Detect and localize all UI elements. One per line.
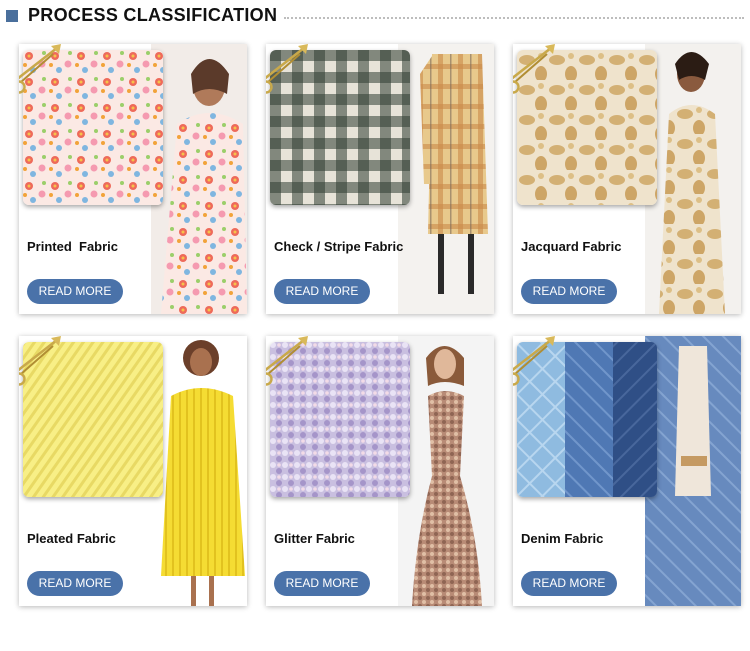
safety-pin-icon [19,44,63,94]
model-image [645,44,741,314]
read-more-button[interactable]: READ MORE [521,571,617,596]
safety-pin-icon [513,44,557,94]
read-more-button[interactable]: READ MORE [274,571,370,596]
safety-pin-icon [266,336,310,386]
model-image [151,44,247,314]
fabric-card-jacquard[interactable]: Jacquard Fabric READ MORE [513,44,741,314]
safety-pin-icon [266,44,310,94]
fabric-card-glitter[interactable]: Glitter Fabric READ MORE [266,336,494,606]
card-title: Pleated Fabric [27,531,116,546]
card-title: Check / Stripe Fabric [274,239,404,254]
section-title: PROCESS CLASSIFICATION [28,5,278,25]
header-square-icon [6,10,18,22]
model-image [398,44,494,314]
fabric-card-denim[interactable]: Denim Fabric READ MORE [513,336,741,606]
model-image [151,336,247,606]
card-title: Glitter Fabric [274,531,355,546]
card-title: Printed Fabric [27,239,119,254]
card-title: Jacquard Fabric [521,239,622,254]
safety-pin-icon [513,336,557,386]
read-more-button[interactable]: READ MORE [521,279,617,304]
model-image [398,336,494,606]
model-image [645,336,741,606]
fabric-card-check-stripe[interactable]: Check / Stripe Fabric READ MORE [266,44,494,314]
fabric-card-printed[interactable]: Printed Fabric READ MORE [19,44,247,314]
read-more-button[interactable]: READ MORE [27,571,123,596]
safety-pin-icon [19,336,63,386]
section-header: PROCESS CLASSIFICATION [6,4,746,28]
fabric-card-pleated[interactable]: Pleated Fabric READ MORE [19,336,247,606]
header-dotted-divider [284,17,744,19]
read-more-button[interactable]: READ MORE [27,279,123,304]
card-title: Denim Fabric [521,531,604,546]
read-more-button[interactable]: READ MORE [274,279,370,304]
